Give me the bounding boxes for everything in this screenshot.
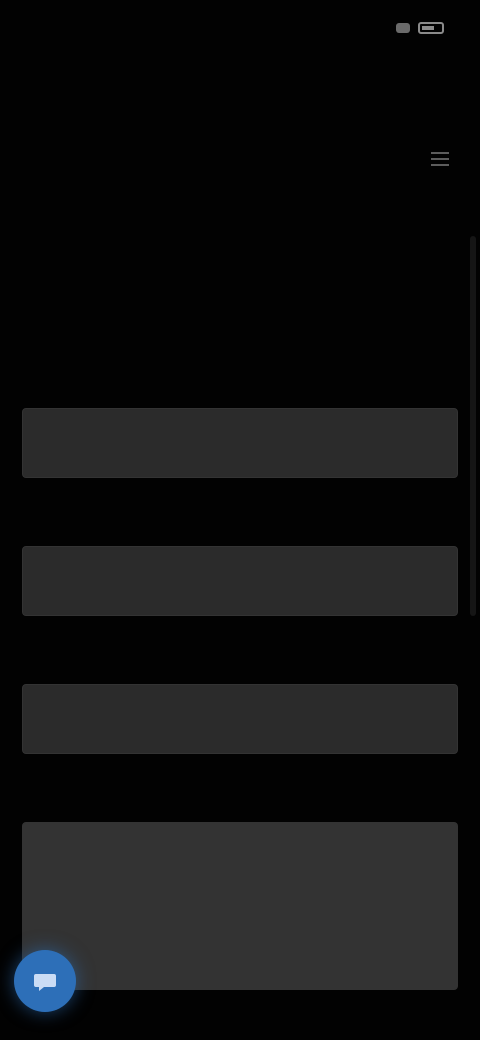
status-icons	[396, 22, 444, 34]
field-label-3	[24, 656, 458, 674]
status-bar	[0, 0, 480, 56]
message-field[interactable]	[22, 822, 458, 990]
scrollbar[interactable]	[470, 236, 476, 616]
battery-icon	[418, 22, 444, 34]
field-label-2	[24, 518, 458, 536]
chat-button[interactable]	[14, 950, 76, 1012]
screen	[0, 0, 480, 1040]
intro-text	[22, 222, 440, 248]
menu-icon[interactable]	[420, 139, 460, 179]
name-field[interactable]	[22, 408, 458, 478]
email-field[interactable]	[22, 546, 458, 616]
field-label-1	[24, 380, 458, 398]
url-bar[interactable]	[0, 52, 480, 88]
subject-field[interactable]	[22, 684, 458, 754]
page-header	[20, 124, 460, 194]
message-label	[24, 794, 458, 812]
chat-icon	[34, 974, 56, 991]
menu-icon-glyph	[431, 152, 449, 166]
signal-icon	[396, 23, 410, 33]
contact-form	[22, 380, 458, 995]
